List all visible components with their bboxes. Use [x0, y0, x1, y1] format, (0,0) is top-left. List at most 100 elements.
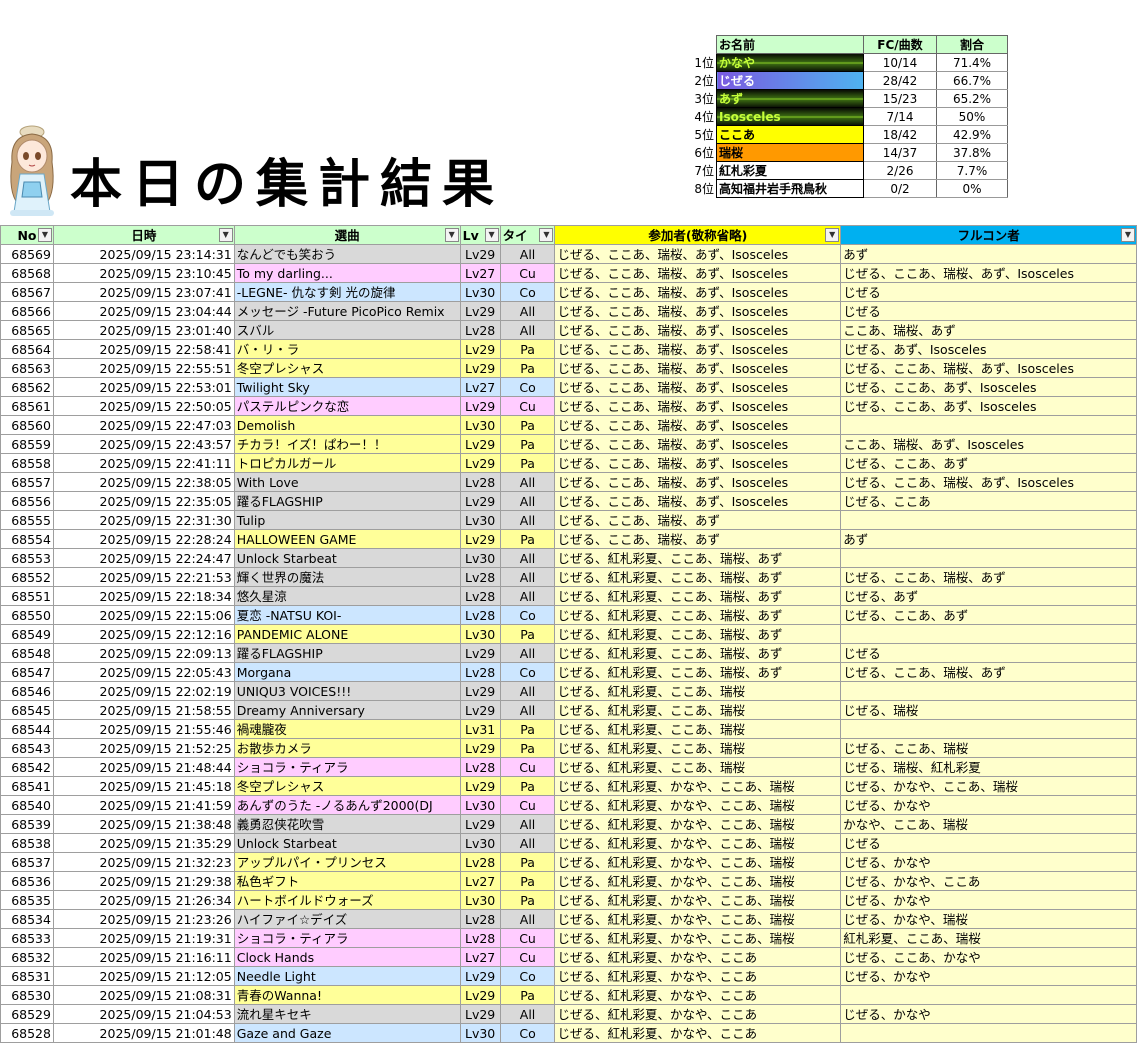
cell-fullcombo[interactable]: じぜる、かなや、瑞桜 — [840, 909, 1137, 929]
column-header-no[interactable]: No ▼ — [0, 225, 54, 245]
cell-participants[interactable]: じぜる、紅札彩夏、かなや、ここあ、瑞桜 — [554, 928, 842, 948]
cell-fullcombo[interactable]: じぜる、ここあ、あず、Isosceles — [840, 396, 1137, 416]
cell-participants[interactable]: じぜる、ここあ、瑞桜、あず、Isosceles — [554, 491, 842, 511]
cell-participants[interactable]: じぜる、紅札彩夏、ここあ、瑞桜 — [554, 738, 842, 758]
cell-datetime[interactable]: 2025/09/15 21:32:23 — [52, 852, 235, 872]
cell-datetime[interactable]: 2025/09/15 22:43:57 — [52, 434, 235, 454]
ranking-pct[interactable]: 50% — [936, 107, 1008, 126]
cell-participants[interactable]: じぜる、ここあ、瑞桜、あず、Isosceles — [554, 434, 842, 454]
cell-lv[interactable]: Lv29 — [459, 814, 501, 834]
cell-fullcombo[interactable] — [840, 548, 1137, 568]
ranking-rank[interactable]: 4位 — [662, 108, 717, 126]
table-row[interactable]: 68539 2025/09/15 21:38:48 義勇忍侠花吹雪 Lv29 All じぜ… — [0, 814, 1137, 834]
cell-participants[interactable]: じぜる、紅札彩夏、かなや、ここあ、瑞桜 — [554, 795, 842, 815]
cell-fullcombo[interactable] — [840, 415, 1137, 435]
table-row[interactable]: 68547 2025/09/15 22:05:43 Morgana Lv28 Co じぜる… — [0, 662, 1137, 682]
cell-song[interactable]: スバル — [233, 320, 461, 340]
cell-lv[interactable]: Lv28 — [459, 320, 501, 340]
cell-no[interactable]: 68533 — [0, 928, 54, 948]
cell-no[interactable]: 68564 — [0, 339, 54, 359]
cell-song[interactable]: アップルパイ・プリンセス — [233, 852, 461, 872]
cell-fullcombo[interactable] — [840, 624, 1137, 644]
cell-participants[interactable]: じぜる、紅札彩夏、かなや、ここあ、瑞桜 — [554, 871, 842, 891]
cell-lv[interactable]: Lv29 — [459, 491, 501, 511]
table-row[interactable]: 68553 2025/09/15 22:24:47 Unlock Starbeat L… — [0, 548, 1137, 568]
cell-type[interactable]: Co — [499, 377, 556, 397]
cell-datetime[interactable]: 2025/09/15 22:31:30 — [52, 510, 235, 530]
cell-lv[interactable]: Lv29 — [459, 738, 501, 758]
cell-lv[interactable]: Lv28 — [459, 662, 501, 682]
cell-type[interactable]: Cu — [499, 757, 556, 777]
cell-fullcombo[interactable]: じぜる、あず、Isosceles — [840, 339, 1137, 359]
column-header-participants[interactable]: 参加者(敬称省略) ▼ — [554, 225, 842, 245]
cell-type[interactable]: All — [499, 491, 556, 511]
cell-song[interactable]: 流れ星キセキ — [233, 1004, 461, 1024]
ranking-name[interactable]: 紅札彩夏 — [716, 161, 864, 180]
cell-no[interactable]: 68567 — [0, 282, 54, 302]
cell-song[interactable]: 禍魂朧夜 — [233, 719, 461, 739]
ranking-fc[interactable]: 18/42 — [863, 125, 937, 144]
cell-datetime[interactable]: 2025/09/15 21:23:26 — [52, 909, 235, 929]
cell-no[interactable]: 68529 — [0, 1004, 54, 1024]
cell-no[interactable]: 68534 — [0, 909, 54, 929]
cell-fullcombo[interactable] — [840, 510, 1137, 530]
filter-dropdown-icon[interactable]: ▼ — [539, 228, 554, 242]
cell-fullcombo[interactable]: じぜる — [840, 643, 1137, 663]
cell-participants[interactable]: じぜる、紅札彩夏、かなや、ここあ、瑞桜 — [554, 890, 842, 910]
cell-song[interactable]: Morgana — [233, 662, 461, 682]
cell-type[interactable]: Cu — [499, 396, 556, 416]
cell-participants[interactable]: じぜる、ここあ、瑞桜、あず — [554, 510, 842, 530]
table-row[interactable]: 68555 2025/09/15 22:31:30 Tulip Lv30 All じぜる、… — [0, 510, 1137, 530]
cell-lv[interactable]: Lv31 — [459, 719, 501, 739]
cell-datetime[interactable]: 2025/09/15 21:52:25 — [52, 738, 235, 758]
cell-song[interactable]: ハートボイルドウォーズ — [233, 890, 461, 910]
cell-type[interactable]: Co — [499, 1023, 556, 1043]
ranking-rank[interactable]: 3位 — [662, 90, 717, 108]
cell-no[interactable]: 68530 — [0, 985, 54, 1005]
cell-participants[interactable]: じぜる、ここあ、瑞桜、あず、Isosceles — [554, 320, 842, 340]
cell-participants[interactable]: じぜる、紅札彩夏、かなや、ここあ、瑞桜 — [554, 776, 842, 796]
cell-participants[interactable]: じぜる、ここあ、瑞桜、あず、Isosceles — [554, 472, 842, 492]
cell-participants[interactable]: じぜる、ここあ、瑞桜、あず、Isosceles — [554, 377, 842, 397]
table-row[interactable]: 68537 2025/09/15 21:32:23 アップルパイ・プリンセス Lv28… — [0, 852, 1137, 872]
cell-no[interactable]: 68565 — [0, 320, 54, 340]
cell-type[interactable]: Pa — [499, 453, 556, 473]
cell-lv[interactable]: Lv29 — [459, 1004, 501, 1024]
cell-lv[interactable]: Lv30 — [459, 1023, 501, 1043]
cell-datetime[interactable]: 2025/09/15 21:19:31 — [52, 928, 235, 948]
table-row[interactable]: 68529 2025/09/15 21:04:53 流れ星キセキ Lv29 All じぜる… — [0, 1004, 1137, 1024]
ranking-name[interactable]: じぜる — [716, 71, 864, 90]
cell-no[interactable]: 68545 — [0, 700, 54, 720]
cell-no[interactable]: 68537 — [0, 852, 54, 872]
cell-song[interactable]: Demolish — [233, 415, 461, 435]
cell-lv[interactable]: Lv30 — [459, 282, 501, 302]
cell-lv[interactable]: Lv29 — [459, 396, 501, 416]
cell-participants[interactable]: じぜる、紅札彩夏、かなや、ここあ — [554, 985, 842, 1005]
cell-lv[interactable]: Lv30 — [459, 833, 501, 853]
cell-datetime[interactable]: 2025/09/15 21:12:05 — [52, 966, 235, 986]
cell-no[interactable]: 68544 — [0, 719, 54, 739]
cell-datetime[interactable]: 2025/09/15 21:04:53 — [52, 1004, 235, 1024]
cell-no[interactable]: 68553 — [0, 548, 54, 568]
cell-fullcombo[interactable] — [840, 681, 1137, 701]
cell-participants[interactable]: じぜる、紅札彩夏、ここあ、瑞桜、あず — [554, 586, 842, 606]
cell-type[interactable]: Pa — [499, 358, 556, 378]
table-row[interactable]: 68562 2025/09/15 22:53:01 Twilight Sky Lv27… — [0, 377, 1137, 397]
cell-song[interactable]: 冬空プレシャス — [233, 358, 461, 378]
ranking-rank[interactable]: 1位 — [662, 54, 717, 72]
cell-datetime[interactable]: 2025/09/15 22:38:05 — [52, 472, 235, 492]
cell-song[interactable]: Unlock Starbeat — [233, 833, 461, 853]
table-row[interactable]: 68546 2025/09/15 22:02:19 UNIQU3 VOICES!!!… — [0, 681, 1137, 701]
table-row[interactable]: 68564 2025/09/15 22:58:41 バ・リ・ラ Lv29 Pa じぜる、こ… — [0, 339, 1137, 359]
cell-type[interactable]: All — [499, 548, 556, 568]
cell-lv[interactable]: Lv30 — [459, 890, 501, 910]
table-row[interactable]: 68567 2025/09/15 23:07:41 -LEGNE- 仇なす剣 光の旋… — [0, 282, 1137, 302]
cell-fullcombo[interactable]: じぜる、かなや、ここあ — [840, 871, 1137, 891]
cell-participants[interactable]: じぜる、紅札彩夏、かなや、ここあ、瑞桜 — [554, 833, 842, 853]
cell-participants[interactable]: じぜる、紅札彩夏、かなや、ここあ — [554, 947, 842, 967]
cell-lv[interactable]: Lv27 — [459, 377, 501, 397]
cell-fullcombo[interactable]: じぜる、瑞桜、紅札彩夏 — [840, 757, 1137, 777]
cell-fullcombo[interactable]: じぜる、ここあ、瑞桜 — [840, 738, 1137, 758]
ranking-pct[interactable]: 7.7% — [936, 161, 1008, 180]
cell-datetime[interactable]: 2025/09/15 22:41:11 — [52, 453, 235, 473]
